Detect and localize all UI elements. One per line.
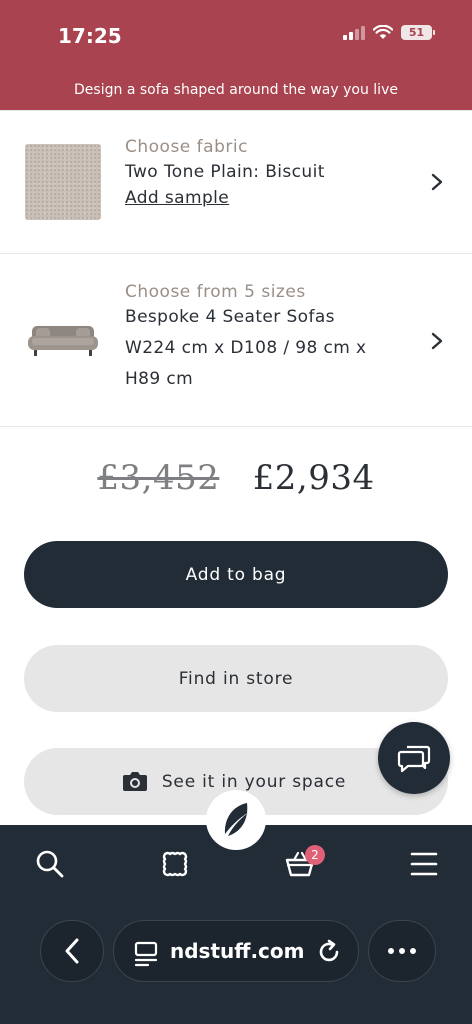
chevron-right-icon: [431, 173, 443, 191]
brand-logo[interactable]: [206, 790, 266, 850]
chevron-right-icon: [431, 332, 443, 350]
fabric-option-row[interactable]: Choose fabric Two Tone Plain: Biscuit Ad…: [0, 110, 472, 254]
fabric-swatch-image: [25, 144, 101, 220]
size-option-text: Choose from 5 sizes Bespoke 4 Seater Sof…: [125, 282, 367, 395]
find-in-store-label: Find in store: [178, 668, 294, 689]
browser-back-button[interactable]: [40, 920, 104, 982]
chat-icon: [397, 745, 431, 773]
more-dot: [410, 948, 416, 954]
current-price: £2,934: [252, 458, 375, 498]
original-price: £3,452: [97, 458, 220, 498]
camera-icon: [123, 772, 147, 791]
status-icons: 51: [343, 25, 435, 40]
sofa-thumbnail-image: [28, 326, 98, 356]
more-dot: [388, 948, 394, 954]
fabric-swatch-icon[interactable]: [159, 848, 191, 880]
menu-icon[interactable]: [408, 848, 440, 880]
status-time: 17:25: [58, 24, 122, 48]
browser-more-button[interactable]: [368, 920, 436, 982]
find-in-store-button[interactable]: Find in store: [24, 645, 448, 712]
search-icon[interactable]: [34, 848, 66, 880]
add-sample-link[interactable]: Add sample: [125, 188, 325, 208]
fabric-option-label: Choose fabric: [125, 137, 248, 157]
reload-icon[interactable]: [316, 939, 342, 965]
promo-banner[interactable]: Design a sofa shaped around the way you …: [0, 72, 472, 110]
price-block: £3,452 £2,934: [0, 458, 472, 498]
see-in-space-label: See it in your space: [161, 771, 347, 792]
chevron-left-icon: [65, 938, 79, 964]
size-option-label: Choose from 5 sizes: [125, 282, 306, 302]
basket-count-badge: 2: [305, 845, 325, 865]
status-bar: 17:25 51: [0, 0, 472, 72]
fabric-option-text: Choose fabric Two Tone Plain: Biscuit Ad…: [125, 137, 325, 208]
size-option-value-1: Bespoke 4 Seater Sofas: [125, 307, 335, 327]
browser-address-bar[interactable]: ndstuff.com: [113, 920, 359, 982]
more-dot: [399, 948, 405, 954]
add-to-bag-label: Add to bag: [185, 564, 287, 585]
battery-icon: 51: [401, 25, 435, 40]
signal-icon: [343, 25, 365, 40]
feather-logo-icon: [224, 803, 249, 836]
size-option-value-3: H89 cm: [125, 369, 194, 389]
chat-button[interactable]: [378, 722, 450, 794]
wifi-icon: [373, 25, 393, 39]
size-option-row[interactable]: Choose from 5 sizes Bespoke 4 Seater Sof…: [0, 253, 472, 427]
page-format-icon: [134, 941, 158, 967]
fabric-option-value: Two Tone Plain: Biscuit: [125, 162, 325, 182]
add-to-bag-button[interactable]: Add to bag: [24, 541, 448, 608]
browser-toolbar: ndstuff.com: [0, 918, 472, 988]
size-option-value-2: W224 cm x D108 / 98 cm x: [125, 338, 367, 358]
browser-url-text: ndstuff.com: [170, 939, 305, 963]
